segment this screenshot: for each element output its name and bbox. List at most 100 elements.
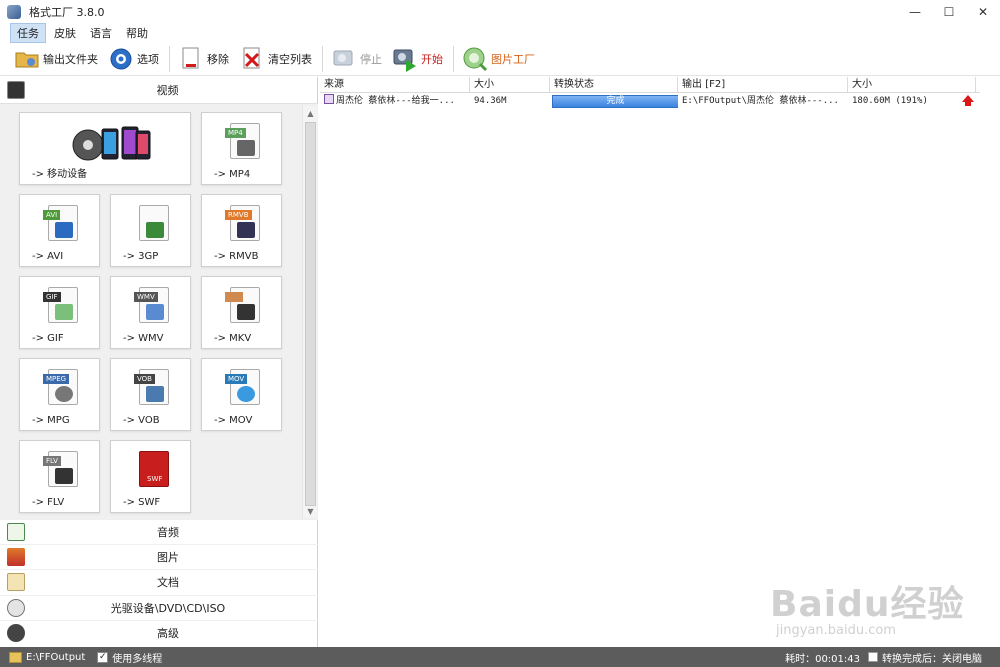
mp4-file-icon: MP4: [225, 123, 260, 159]
toolbar-divider: [169, 45, 170, 72]
options-button[interactable]: 选项: [104, 44, 163, 74]
avi-file-icon: AVI: [43, 205, 78, 241]
menu-skin[interactable]: 皮肤: [48, 24, 82, 42]
start-label: 开始: [421, 52, 443, 66]
category-video[interactable]: 视频: [0, 77, 317, 103]
picture-factory-icon: [462, 46, 488, 72]
menu-language[interactable]: 语言: [84, 24, 118, 42]
multithread-label: 使用多线程: [112, 653, 163, 665]
column-size[interactable]: 大小: [470, 77, 550, 93]
category-video-label: 视频: [156, 84, 179, 97]
category-advanced-label: 高级: [157, 627, 179, 640]
conversion-categories-panel: 视频 -> 移动设备 MP4 -> MP4 AVI -> AVI -> 3GP …: [0, 77, 318, 647]
category-picture[interactable]: 图片: [0, 544, 318, 569]
close-button[interactable]: ✕: [966, 0, 1000, 24]
toolbar-divider: [322, 45, 323, 72]
tile-flv[interactable]: FLV -> FLV: [19, 440, 100, 513]
stop-icon: [331, 46, 357, 72]
column-output[interactable]: 输出 [F2]: [678, 77, 848, 93]
watermark-brand: Baidu经验: [770, 584, 965, 625]
tile-mp4-label: -> MP4: [214, 169, 251, 180]
tile-mpg[interactable]: MPEG -> MPG: [19, 358, 100, 431]
tile-mov-label: -> MOV: [214, 415, 253, 426]
minimize-button[interactable]: —: [898, 0, 932, 24]
wmv-file-icon: WMV: [134, 287, 169, 323]
clear-list-label: 清空列表: [268, 52, 312, 66]
film-reel-icon: [7, 624, 25, 642]
output-folder-button[interactable]: 输出文件夹: [10, 44, 102, 74]
multithread-checkbox[interactable]: ✓: [97, 651, 109, 663]
video-grid-scrollbar[interactable]: ▲ ▼: [302, 106, 317, 518]
table-row[interactable]: 周杰伦 蔡依林---给我一... 94.36M 完成 E:\FFOutput\周…: [320, 93, 980, 109]
category-document[interactable]: 文档: [0, 569, 318, 594]
folder-icon: [14, 46, 40, 72]
tile-swf[interactable]: SWF -> SWF: [110, 440, 191, 513]
baidu-watermark: Baidu经验 jingyan.baidu.com: [770, 575, 964, 638]
tile-wmv[interactable]: WMV -> WMV: [110, 276, 191, 349]
gif-file-icon: GIF: [43, 287, 78, 323]
mkv-file-icon: [225, 287, 260, 323]
menu-task[interactable]: 任务: [10, 23, 46, 43]
toolbar-divider: [453, 45, 454, 72]
window-title: 格式工厂 3.8.0: [29, 6, 105, 19]
tile-rmvb[interactable]: RMVB -> RMVB: [201, 194, 282, 267]
start-button[interactable]: 开始: [388, 44, 447, 74]
category-audio[interactable]: 音频: [0, 519, 318, 544]
tile-3gp-label: -> 3GP: [123, 251, 159, 262]
mov-file-icon: MOV: [225, 369, 260, 405]
scroll-down-arrow-icon[interactable]: ▼: [303, 504, 318, 518]
output-folder-label: 输出文件夹: [43, 52, 98, 66]
output-path: E:\FFOutput: [26, 651, 86, 663]
tile-mpg-label: -> MPG: [32, 415, 70, 426]
scroll-thumb[interactable]: [305, 122, 316, 506]
scroll-up-arrow-icon[interactable]: ▲: [303, 106, 318, 120]
column-output-size[interactable]: 大小: [848, 77, 976, 93]
category-optical-drive[interactable]: 光驱设备\DVD\CD\ISO: [0, 595, 318, 620]
after-done-label: 转换完成后：关闭电脑: [882, 653, 982, 665]
remove-icon: [178, 46, 204, 72]
tile-vob[interactable]: VOB -> VOB: [110, 358, 191, 431]
clear-list-button[interactable]: 清空列表: [235, 44, 316, 74]
tile-wmv-label: -> WMV: [123, 333, 164, 344]
tile-avi[interactable]: AVI -> AVI: [19, 194, 100, 267]
video-file-icon: [324, 94, 334, 104]
rmvb-file-icon: RMVB: [225, 205, 260, 241]
document-icon: [7, 573, 25, 591]
tile-mobile-device[interactable]: -> 移动设备: [19, 112, 191, 185]
category-advanced[interactable]: 高级: [0, 620, 318, 645]
folder-icon[interactable]: [9, 651, 22, 663]
picture-factory-button[interactable]: 图片工厂: [458, 44, 539, 74]
remove-button[interactable]: 移除: [174, 44, 233, 74]
tile-3gp[interactable]: -> 3GP: [110, 194, 191, 267]
tile-mov[interactable]: MOV -> MOV: [201, 358, 282, 431]
elapsed-time: 耗时：00:01:43: [785, 653, 860, 665]
task-list: 来源 大小 转换状态 输出 [F2] 大小 周杰伦 蔡依林---给我一... 9…: [320, 77, 1000, 647]
column-source[interactable]: 来源: [320, 77, 470, 93]
tile-gif[interactable]: GIF -> GIF: [19, 276, 100, 349]
tile-vob-label: -> VOB: [123, 415, 160, 426]
row-status-cell: 完成: [550, 93, 678, 109]
tile-mkv[interactable]: -> MKV: [201, 276, 282, 349]
tile-gif-label: -> GIF: [32, 333, 64, 344]
maximize-button[interactable]: ☐: [932, 0, 966, 24]
disc-drive-icon: [7, 599, 25, 617]
app-icon: [7, 5, 21, 19]
stop-button[interactable]: 停止: [327, 44, 386, 74]
vob-file-icon: VOB: [134, 369, 169, 405]
music-note-icon: [7, 523, 25, 541]
swf-file-icon: SWF: [139, 451, 169, 487]
stop-label: 停止: [360, 52, 382, 66]
video-format-grid: -> 移动设备 MP4 -> MP4 AVI -> AVI -> 3GP RMV…: [0, 103, 318, 519]
tile-mkv-label: -> MKV: [214, 333, 252, 344]
category-optical-drive-label: 光驱设备\DVD\CD\ISO: [110, 602, 226, 615]
shutdown-checkbox[interactable]: [868, 652, 878, 662]
menu-help[interactable]: 帮助: [120, 24, 154, 42]
column-status[interactable]: 转换状态: [550, 77, 678, 93]
tile-rmvb-label: -> RMVB: [214, 251, 259, 262]
film-icon: [7, 81, 25, 99]
tile-mp4[interactable]: MP4 -> MP4: [201, 112, 282, 185]
picture-icon: [7, 548, 25, 566]
category-picture-label: 图片: [157, 551, 179, 564]
category-document-label: 文档: [157, 576, 179, 589]
options-label: 选项: [137, 52, 159, 66]
